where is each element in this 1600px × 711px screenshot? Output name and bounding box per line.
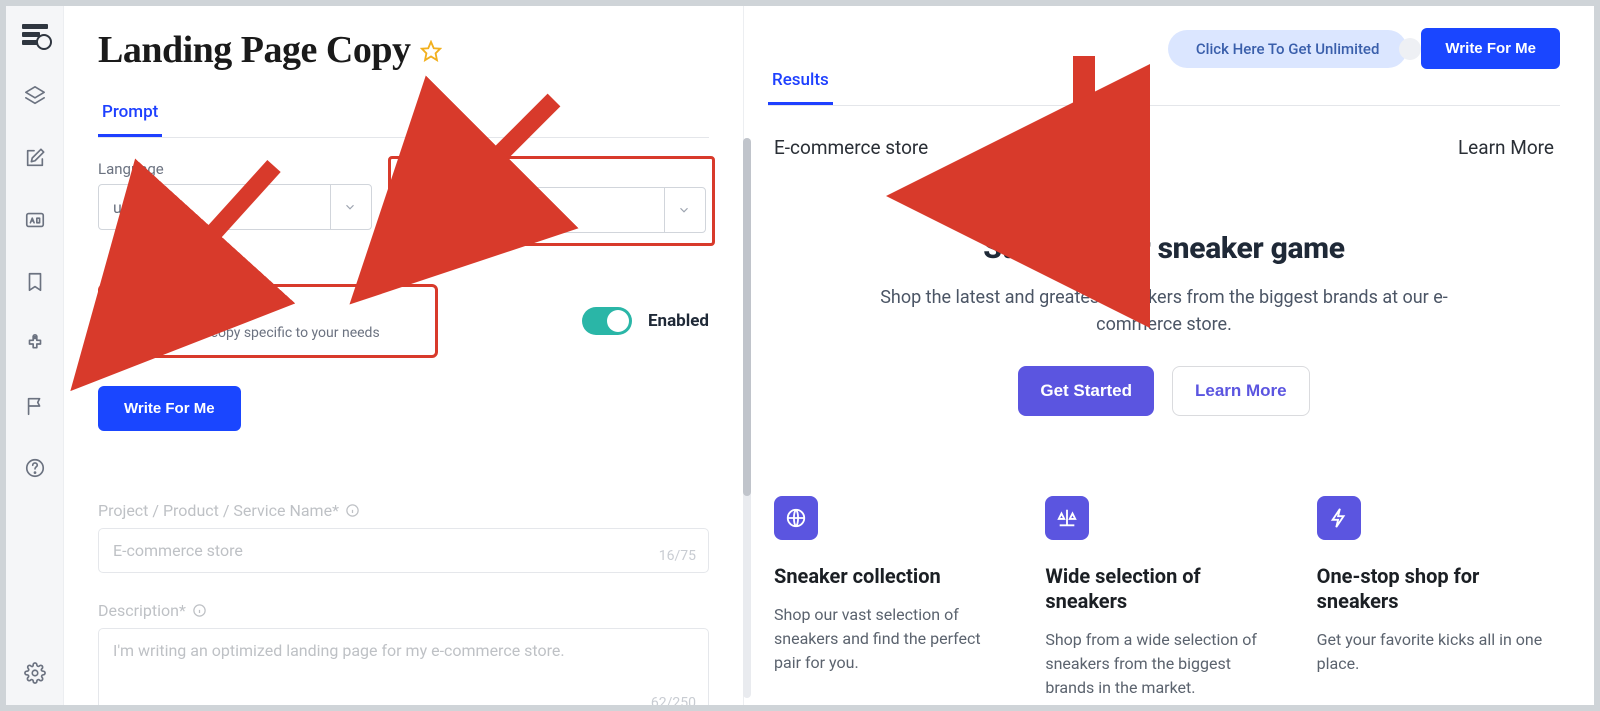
project-name-label: Project / Product / Service Name*	[98, 501, 709, 520]
annotation-arrow	[154, 156, 284, 290]
description-counter: 62/250	[651, 695, 696, 711]
prompt-pane: Landing Page Copy Prompt Language us Eng…	[64, 6, 744, 705]
annotation-arrow	[1044, 46, 1124, 220]
get-started-button[interactable]: Get Started	[1018, 366, 1154, 416]
project-name-counter: 16/75	[659, 548, 696, 564]
feature-body: Get your favorite kicks all in one place…	[1317, 628, 1554, 676]
write-for-me-header-button[interactable]: Write For Me	[1421, 28, 1560, 69]
scrollbar[interactable]	[743, 138, 751, 698]
brainstorm-toggle[interactable]	[582, 307, 632, 335]
flag-icon[interactable]	[23, 394, 47, 418]
sidebar	[6, 6, 64, 705]
right-tabs: Results	[768, 70, 1560, 106]
project-name-input[interactable]: E-commerce store 16/75	[98, 528, 709, 573]
app-logo[interactable]	[22, 24, 48, 46]
unlimited-pill[interactable]: Click Here To Get Unlimited	[1168, 30, 1408, 68]
brainstorm-subtitle: Disable to write copy specific to your n…	[111, 325, 385, 341]
feature-body: Shop from a wide selection of sneakers f…	[1045, 628, 1282, 700]
brainstorm-title: Brainstorm Mode	[139, 299, 263, 318]
brainstorm-toggle-label: Enabled	[648, 311, 709, 331]
feature-title: Wide selection of sneakers	[1045, 564, 1282, 614]
page-title: Landing Page Copy	[98, 28, 442, 72]
info-icon	[345, 503, 360, 518]
scale-icon	[1045, 496, 1089, 540]
hero-title: Step up your sneaker game	[798, 231, 1530, 266]
learn-more-button[interactable]: Learn More	[1172, 366, 1310, 416]
feature-title: One-stop shop for sneakers	[1317, 564, 1554, 614]
bolt-icon	[1317, 496, 1361, 540]
globe-icon	[774, 496, 818, 540]
chevron-down-icon	[330, 185, 357, 229]
preview-nav: E-commerce store Learn More	[768, 136, 1560, 159]
annotation-arrow	[434, 90, 564, 214]
description-input[interactable]: I'm writing an optimized landing page fo…	[98, 628, 709, 711]
favorite-star-icon[interactable]	[420, 28, 442, 72]
info-icon	[192, 603, 207, 618]
bookmark-icon[interactable]	[23, 270, 47, 294]
feature-title: Sneaker collection	[774, 564, 1011, 589]
preview-nav-link[interactable]: Learn More	[1458, 136, 1554, 159]
settings-icon[interactable]	[23, 661, 47, 685]
description-label: Description*	[98, 601, 709, 620]
ad-icon[interactable]	[23, 208, 47, 232]
layers-icon[interactable]	[23, 84, 47, 108]
help-icon[interactable]	[23, 456, 47, 480]
write-for-me-button[interactable]: Write For Me	[98, 386, 241, 431]
hero-body: Shop the latest and greatest sneakers fr…	[844, 284, 1484, 338]
preview-brand: E-commerce store	[774, 136, 928, 159]
sparkle-icon	[111, 297, 129, 319]
puzzle-icon[interactable]	[23, 332, 47, 356]
feature-body: Shop our vast selection of sneakers and …	[774, 603, 1011, 675]
tab-results[interactable]: Results	[768, 70, 833, 105]
edit-icon[interactable]	[23, 146, 47, 170]
chevron-down-icon	[664, 188, 691, 232]
left-tabs: Prompt	[98, 102, 709, 138]
tab-prompt[interactable]: Prompt	[98, 102, 162, 137]
results-pane: Click Here To Get Unlimited Write For Me…	[744, 6, 1594, 705]
